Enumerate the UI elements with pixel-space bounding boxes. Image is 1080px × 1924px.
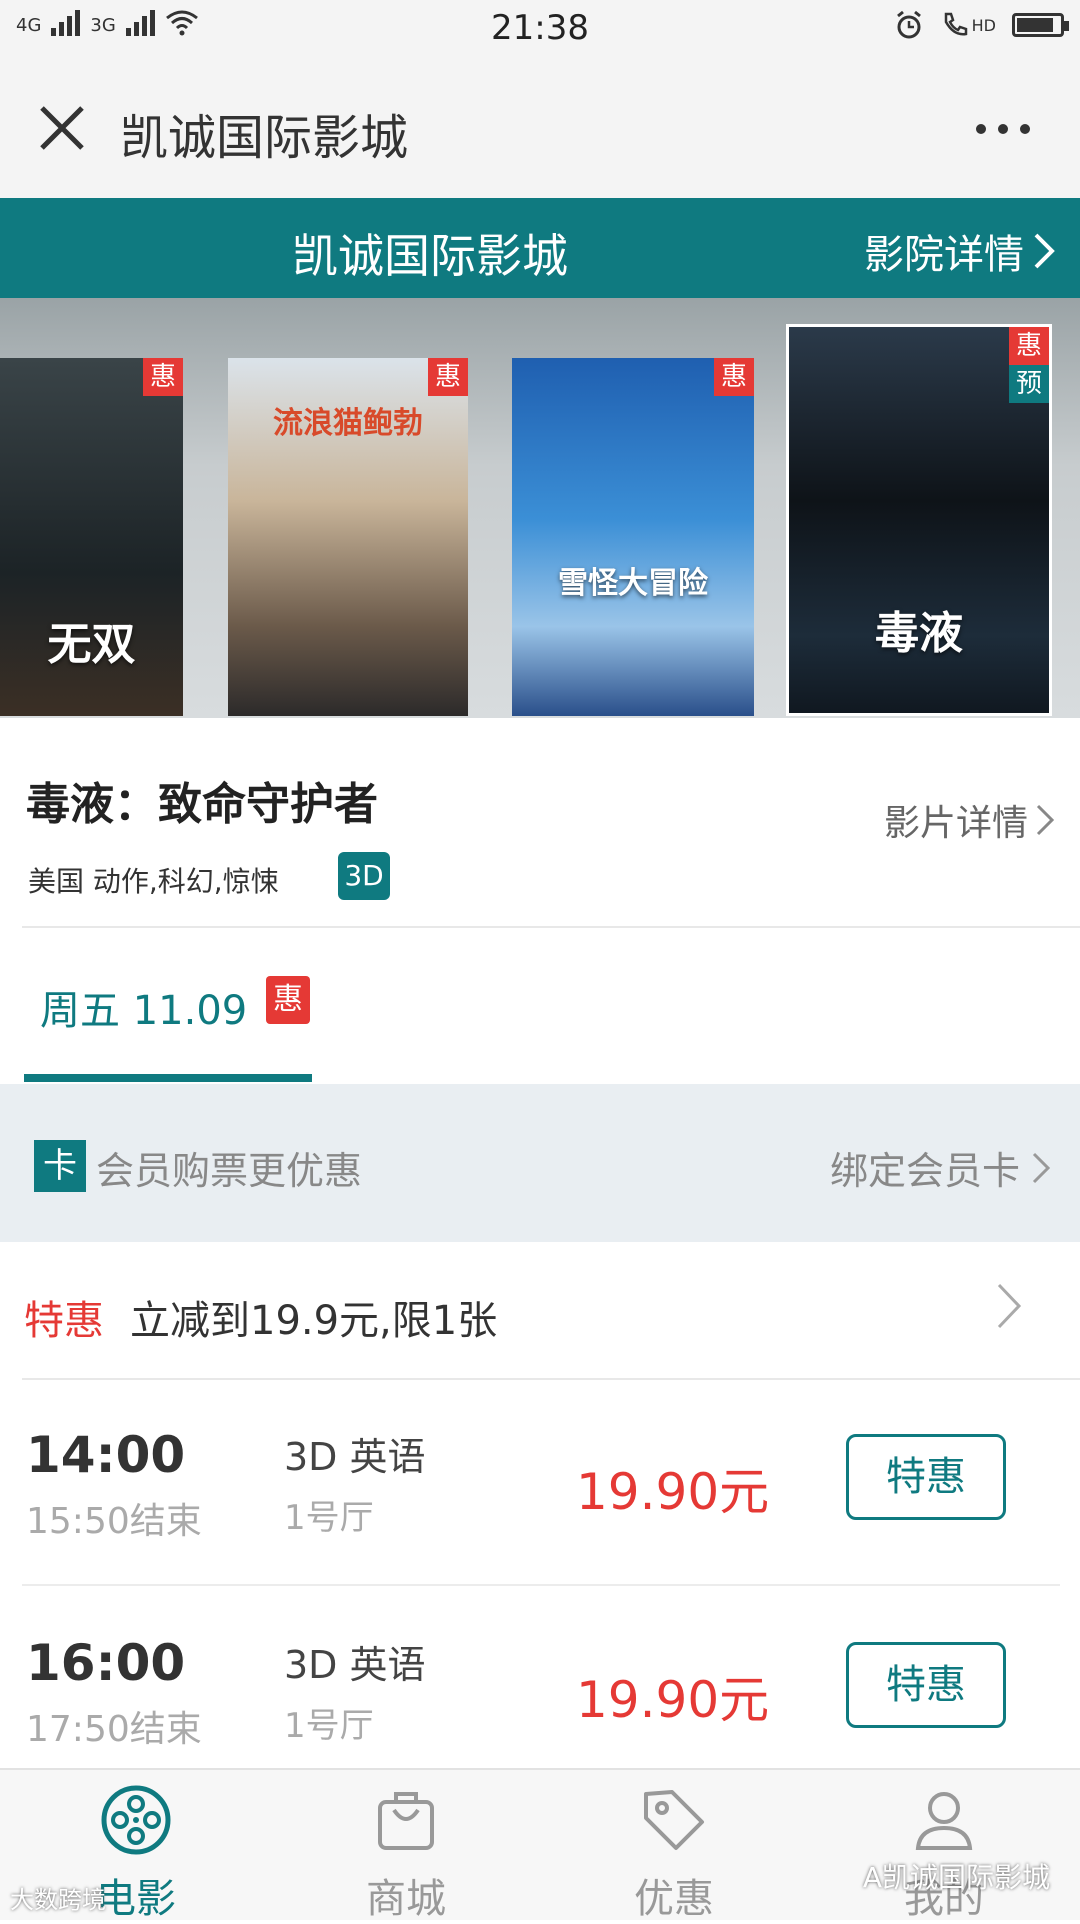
nav-label: 商城 [366,1876,446,1922]
page-title: 凯诚国际影城 [120,110,409,166]
tab-active-indicator [24,1074,312,1082]
poster-title: 毒液 [875,608,963,659]
nav-item-profile[interactable]: 我的 [844,1784,1044,1922]
presale-badge: 预 [1009,365,1049,403]
hd-label: HD [971,15,996,35]
poster-smallfoot[interactable]: 惠 雪怪大冒险 [512,358,754,716]
showtime-row: 14:00 15:50结束 3D 英语 1号厅 19.90元 特惠 [0,1380,1080,1586]
movie-title: 毒液：致命守护者 [26,779,378,830]
bind-card-label: 绑定会员卡 [829,1149,1020,1193]
chevron-right-icon [1032,1152,1051,1183]
nav-label: 优惠 [634,1876,714,1922]
watermark-left: 大数跨境 [10,1886,106,1914]
film-reel-icon [101,1785,171,1855]
showtime-end: 17:50结束 [26,1709,202,1750]
showtime-price: 19.90元 [576,1463,770,1521]
cinema-detail-label: 影院详情 [864,232,1024,278]
chevron-right-icon [997,1283,1022,1329]
poster-venom[interactable]: 惠 预 毒液 [786,324,1052,716]
cinema-name: 凯诚国际影城 [292,229,568,283]
divider [22,1584,1060,1586]
user-icon [915,1792,973,1850]
buy-special-button[interactable]: 特惠 [846,1642,1006,1728]
close-icon[interactable] [34,100,90,156]
watermark-right: A凯诚国际影城 [862,1861,1050,1894]
date-discount-badge: 惠 [266,976,310,1024]
tag-icon [644,1790,704,1850]
cinema-header: 凯诚国际影城 影院详情 [0,198,1080,298]
poster-wushuang[interactable]: 惠 无双 [0,358,183,716]
nav-item-offers[interactable]: 优惠 [574,1784,774,1922]
chevron-right-icon [1036,804,1055,836]
poster-title: 无双 [47,619,136,670]
showtime-language: 3D 英语 [284,1643,426,1687]
alarm-icon [896,10,921,39]
bind-card-link[interactable]: 绑定会员卡 [830,1140,1052,1195]
poster-title: 流浪猫鲍勃 [273,406,423,441]
showtime-language: 3D 英语 [284,1435,426,1479]
showtime-row: 16:00 17:50结束 3D 英语 1号厅 19.90元 特惠 [0,1588,1080,1794]
shopping-bag-icon [378,1792,434,1850]
buy-special-button[interactable]: 特惠 [846,1434,1006,1520]
showtime-hall: 1号厅 [284,1706,374,1746]
status-bar: 4G 3G 21:38 HD [0,0,1080,60]
discount-badge: 惠 [714,358,754,396]
showtime-end: 15:50结束 [26,1501,202,1542]
battery-icon [1012,13,1069,37]
divider [22,926,1080,928]
nav-item-movies[interactable]: 电影 [36,1784,236,1922]
more-icon[interactable] [976,124,1030,134]
tab-date[interactable]: 周五 11.09 [40,978,247,1036]
showtime-price: 19.90元 [576,1671,770,1729]
nav-item-shop[interactable]: 商城 [306,1784,506,1922]
title-bar: 凯诚国际影城 [0,60,1080,198]
showtime-start: 16:00 [26,1634,186,1692]
format-tag: 3D [338,852,390,900]
poster-title: 雪怪大冒险 [558,566,708,601]
member-bar[interactable]: 卡 会员购票更优惠 绑定会员卡 [0,1084,1080,1242]
promo-row[interactable]: 特惠 立减到19.9元,限1张 [0,1242,1080,1378]
showtime-hall: 1号厅 [284,1498,374,1538]
status-right: HD [894,10,1069,40]
poster-carousel[interactable]: 惠 无双 惠 流浪猫鲍勃 惠 雪怪大冒险 惠 预 毒液 [0,298,1080,718]
hd-call-icon: HD [940,10,996,40]
bottom-nav: 电影 商城 优惠 我的 [0,1768,1080,1922]
battery-level [1017,18,1053,32]
member-card-icon: 卡 [34,1140,86,1192]
promo-label: 特惠 [24,1298,104,1344]
poster-street-cat-bob[interactable]: 惠 流浪猫鲍勃 [228,358,468,716]
chevron-right-icon [1034,233,1055,269]
showtime-start: 14:00 [26,1426,186,1484]
cinema-detail-link[interactable]: 影院详情 [864,222,1056,280]
movie-meta: 美国 动作,科幻,惊悚 [28,865,279,898]
discount-badge: 惠 [428,358,468,396]
discount-badge: 惠 [1009,327,1049,365]
movie-detail-link[interactable]: 影片详情 [884,794,1056,846]
member-promo-text: 会员购票更优惠 [96,1149,363,1193]
discount-badge: 惠 [143,358,183,396]
movie-detail-label: 影片详情 [883,803,1028,844]
promo-text: 立减到19.9元,限1张 [130,1298,498,1344]
